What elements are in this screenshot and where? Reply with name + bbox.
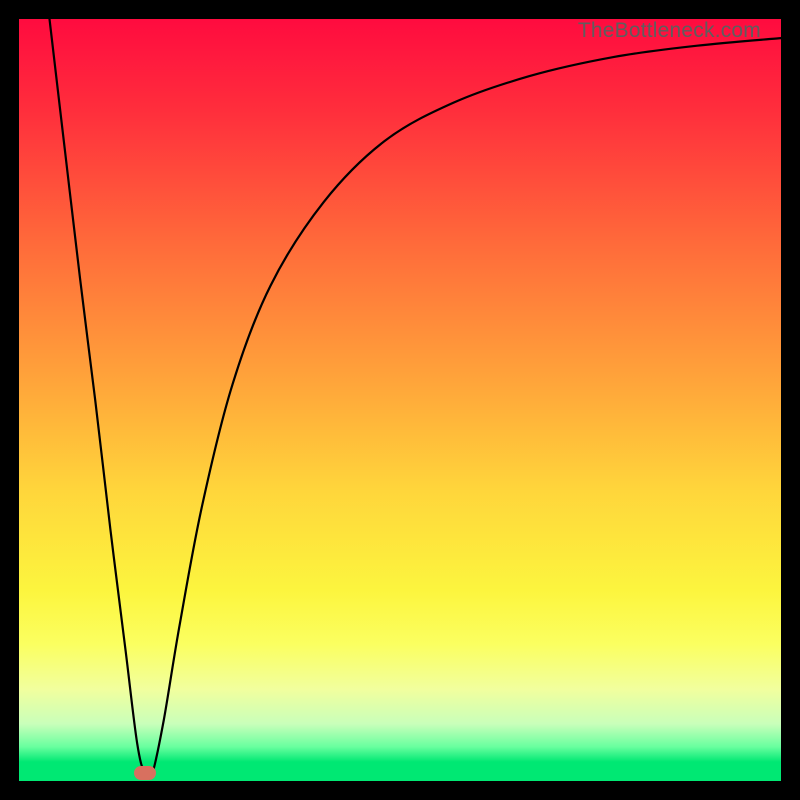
bottleneck-curve <box>19 19 781 781</box>
chart-area: TheBottleneck.com <box>19 19 781 781</box>
optimal-point-marker <box>134 766 156 780</box>
